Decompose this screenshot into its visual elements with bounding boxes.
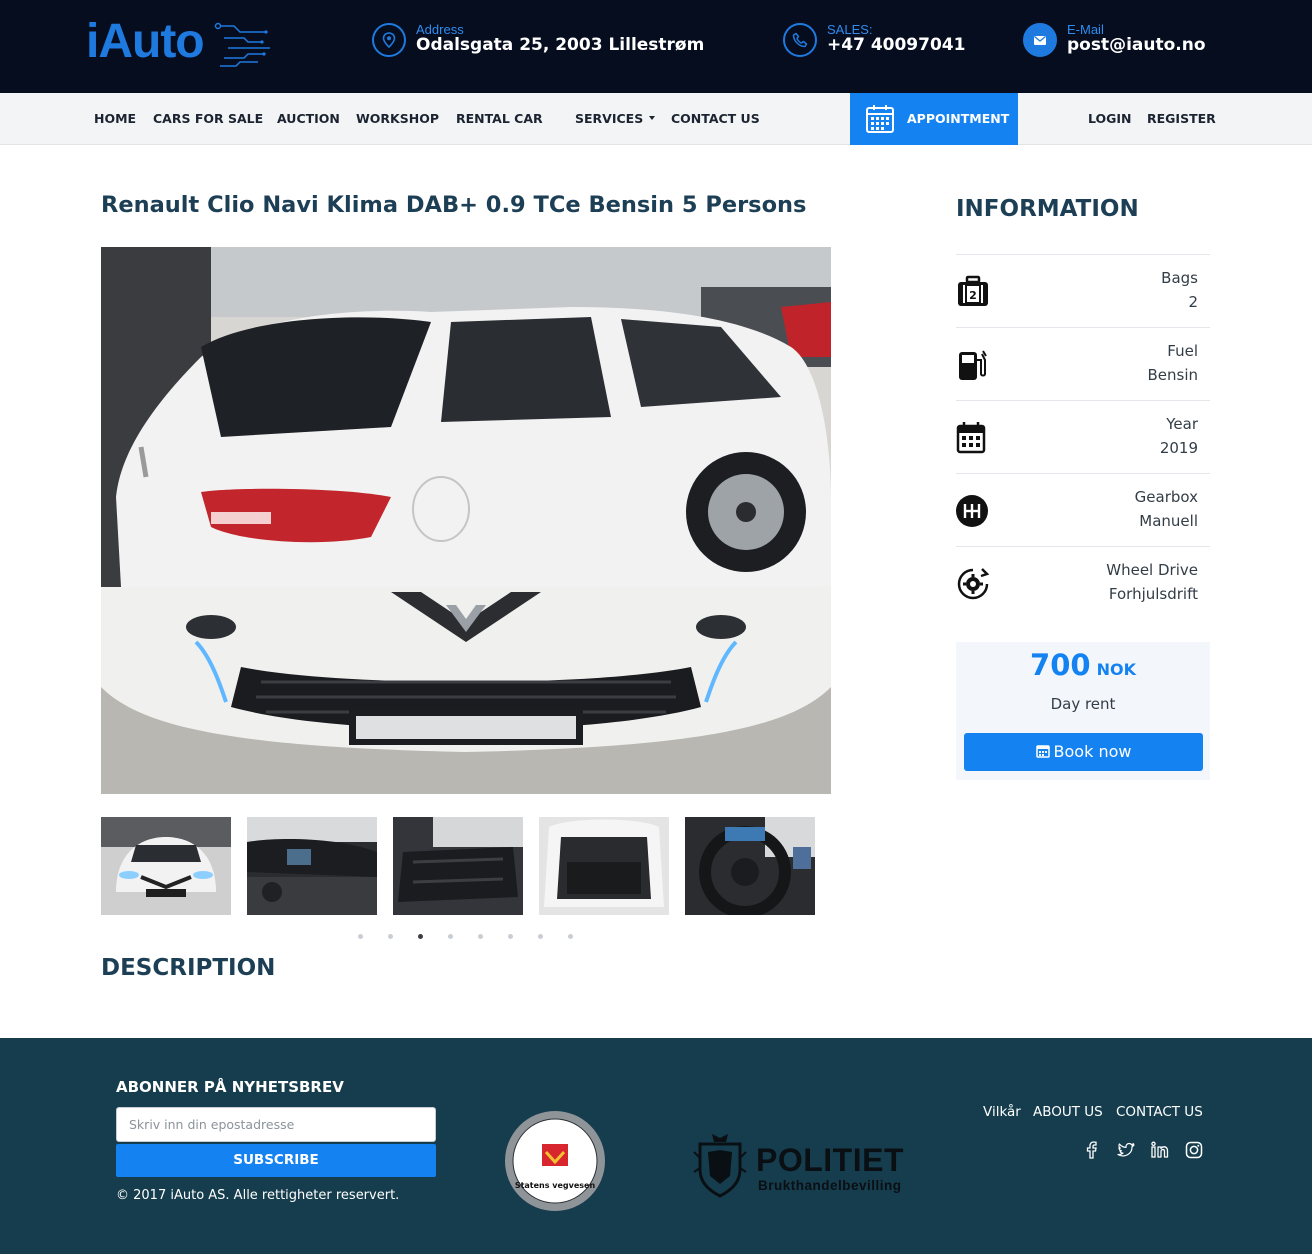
carousel-dot-active[interactable] <box>418 934 423 939</box>
nav-services-label: SERVICES <box>575 111 644 126</box>
linkedin-icon[interactable] <box>1150 1140 1170 1160</box>
politiet-subtitle: Brukthandelbevilling <box>758 1178 902 1193</box>
main-navbar: HOME CARS FOR SALE AUCTION WORKSHOP RENT… <box>0 93 1312 145</box>
year-label: Year <box>1166 415 1198 433</box>
email-address[interactable]: post@iauto.no <box>1067 35 1206 55</box>
politiet-title: POLITIET <box>756 1142 904 1178</box>
copyright-text: © 2017 iAuto AS. Alle rettigheter reserv… <box>116 1188 400 1203</box>
appointment-label: APPOINTMENT <box>907 111 1010 126</box>
calendar-icon <box>1035 744 1050 758</box>
price: 700 NOK <box>956 648 1210 682</box>
thumbnail-dashboard[interactable] <box>685 817 815 915</box>
carousel-dot[interactable] <box>388 934 393 939</box>
info-row-gearbox: Gearbox Manuell <box>956 473 1210 546</box>
calendar-icon <box>956 421 990 455</box>
description-heading: DESCRIPTION <box>101 955 276 981</box>
twitter-icon[interactable] <box>1116 1140 1136 1160</box>
carousel-dot[interactable] <box>358 934 363 939</box>
calendar-grid-icon <box>866 105 894 133</box>
price-currency: NOK <box>1096 660 1136 679</box>
carousel-dot[interactable] <box>448 934 453 939</box>
price-box: 700 NOK Day rent Book now <box>956 642 1210 780</box>
luggage-icon: 2 <box>956 275 990 309</box>
nav-auction[interactable]: AUCTION <box>277 111 340 126</box>
bags-label: Bags <box>1161 269 1198 287</box>
wheel-drive-label: Wheel Drive <box>1106 561 1198 579</box>
footer-link-vilkar[interactable]: Vilkår <box>983 1104 1021 1120</box>
nav-home[interactable]: HOME <box>94 111 136 126</box>
year-value: 2019 <box>1159 439 1198 457</box>
phone-icon <box>783 23 817 57</box>
thumbnail-interior-front[interactable] <box>247 817 377 915</box>
carousel-dot[interactable] <box>568 934 573 939</box>
nav-workshop[interactable]: WORKSHOP <box>356 111 439 126</box>
newsletter-title: ABONNER PÅ NYHETSBREV <box>116 1078 344 1096</box>
statens-vegvesen-badge: GODKJENT AV Statens vegvesen <box>502 1108 608 1214</box>
info-row-year: Year 2019 <box>956 400 1210 473</box>
book-now-label: Book now <box>1053 742 1132 761</box>
info-row-wheel-drive: Wheel Drive Forhjulsdrift <box>956 546 1210 619</box>
gearbox-value: Manuell <box>1139 512 1198 530</box>
login-link[interactable]: LOGIN <box>1088 111 1132 126</box>
nav-contact-us[interactable]: CONTACT US <box>671 111 760 126</box>
statens-bottom-text: Statens vegvesen <box>515 1181 596 1190</box>
gearbox-icon <box>956 494 990 528</box>
carousel-dot[interactable] <box>478 934 483 939</box>
envelope-icon <box>1023 23 1057 57</box>
gearbox-label: Gearbox <box>1134 488 1198 506</box>
information-heading: INFORMATION <box>956 196 1139 222</box>
location-pin-icon <box>372 23 406 57</box>
fuel-pump-icon <box>956 348 990 382</box>
sales-phone[interactable]: +47 40097041 <box>827 35 965 55</box>
chevron-down-icon <box>649 115 656 120</box>
book-now-button[interactable]: Book now <box>964 733 1203 771</box>
car-photo-collage <box>101 247 831 794</box>
address-value: Odalsgata 25, 2003 Lillestrøm <box>416 35 705 55</box>
nav-services-dropdown[interactable]: SERVICES <box>575 111 656 126</box>
top-header: iAuto Address Odalsgata 25, 2003 Lillest… <box>0 0 1312 93</box>
car-title: Renault Clio Navi Klima DAB+ 0.9 TCe Ben… <box>101 192 807 218</box>
wheel-drive-value: Forhjulsdrift <box>1108 585 1198 603</box>
info-row-fuel: Fuel Bensin <box>956 327 1210 400</box>
bags-value: 2 <box>1188 293 1198 311</box>
logo-circuit-icon <box>214 22 270 67</box>
coat-of-arms-icon <box>693 1134 747 1198</box>
footer-link-contact-us[interactable]: CONTACT US <box>1116 1104 1203 1120</box>
nav-cars-for-sale[interactable]: CARS FOR SALE <box>153 111 263 126</box>
facebook-icon[interactable] <box>1082 1140 1102 1160</box>
fuel-label: Fuel <box>1167 342 1198 360</box>
carousel-dot[interactable] <box>538 934 543 939</box>
carousel-dot[interactable] <box>508 934 513 939</box>
fuel-value: Bensin <box>1147 366 1198 384</box>
newsletter-email-input[interactable] <box>116 1107 436 1142</box>
price-amount: 700 <box>1030 648 1091 682</box>
price-period: Day rent <box>1050 695 1116 713</box>
thumbnail-trunk[interactable] <box>539 817 669 915</box>
wheel-drive-icon <box>956 567 990 601</box>
info-row-bags: 2 Bags 2 <box>956 254 1210 327</box>
svg-text:2: 2 <box>969 289 977 302</box>
thumbnail-front-view[interactable] <box>101 817 231 915</box>
nav-rental-car[interactable]: RENTAL CAR <box>456 111 543 126</box>
logo-text: iAuto <box>86 15 205 68</box>
subscribe-button[interactable]: SUBSCRIBE <box>116 1144 436 1177</box>
appointment-button[interactable]: APPOINTMENT <box>850 93 1018 145</box>
footer-link-about-us[interactable]: ABOUT US <box>1033 1104 1103 1120</box>
main-car-image[interactable] <box>101 247 831 794</box>
thumbnail-rear-seats[interactable] <box>393 817 523 915</box>
instagram-icon[interactable] <box>1184 1140 1204 1160</box>
site-logo[interactable]: iAuto <box>86 14 276 72</box>
politiet-badge: POLITIET Brukthandelbevilling <box>692 1132 922 1204</box>
register-link[interactable]: REGISTER <box>1147 111 1216 126</box>
site-footer: ABONNER PÅ NYHETSBREV SUBSCRIBE © 2017 i… <box>0 1038 1312 1254</box>
